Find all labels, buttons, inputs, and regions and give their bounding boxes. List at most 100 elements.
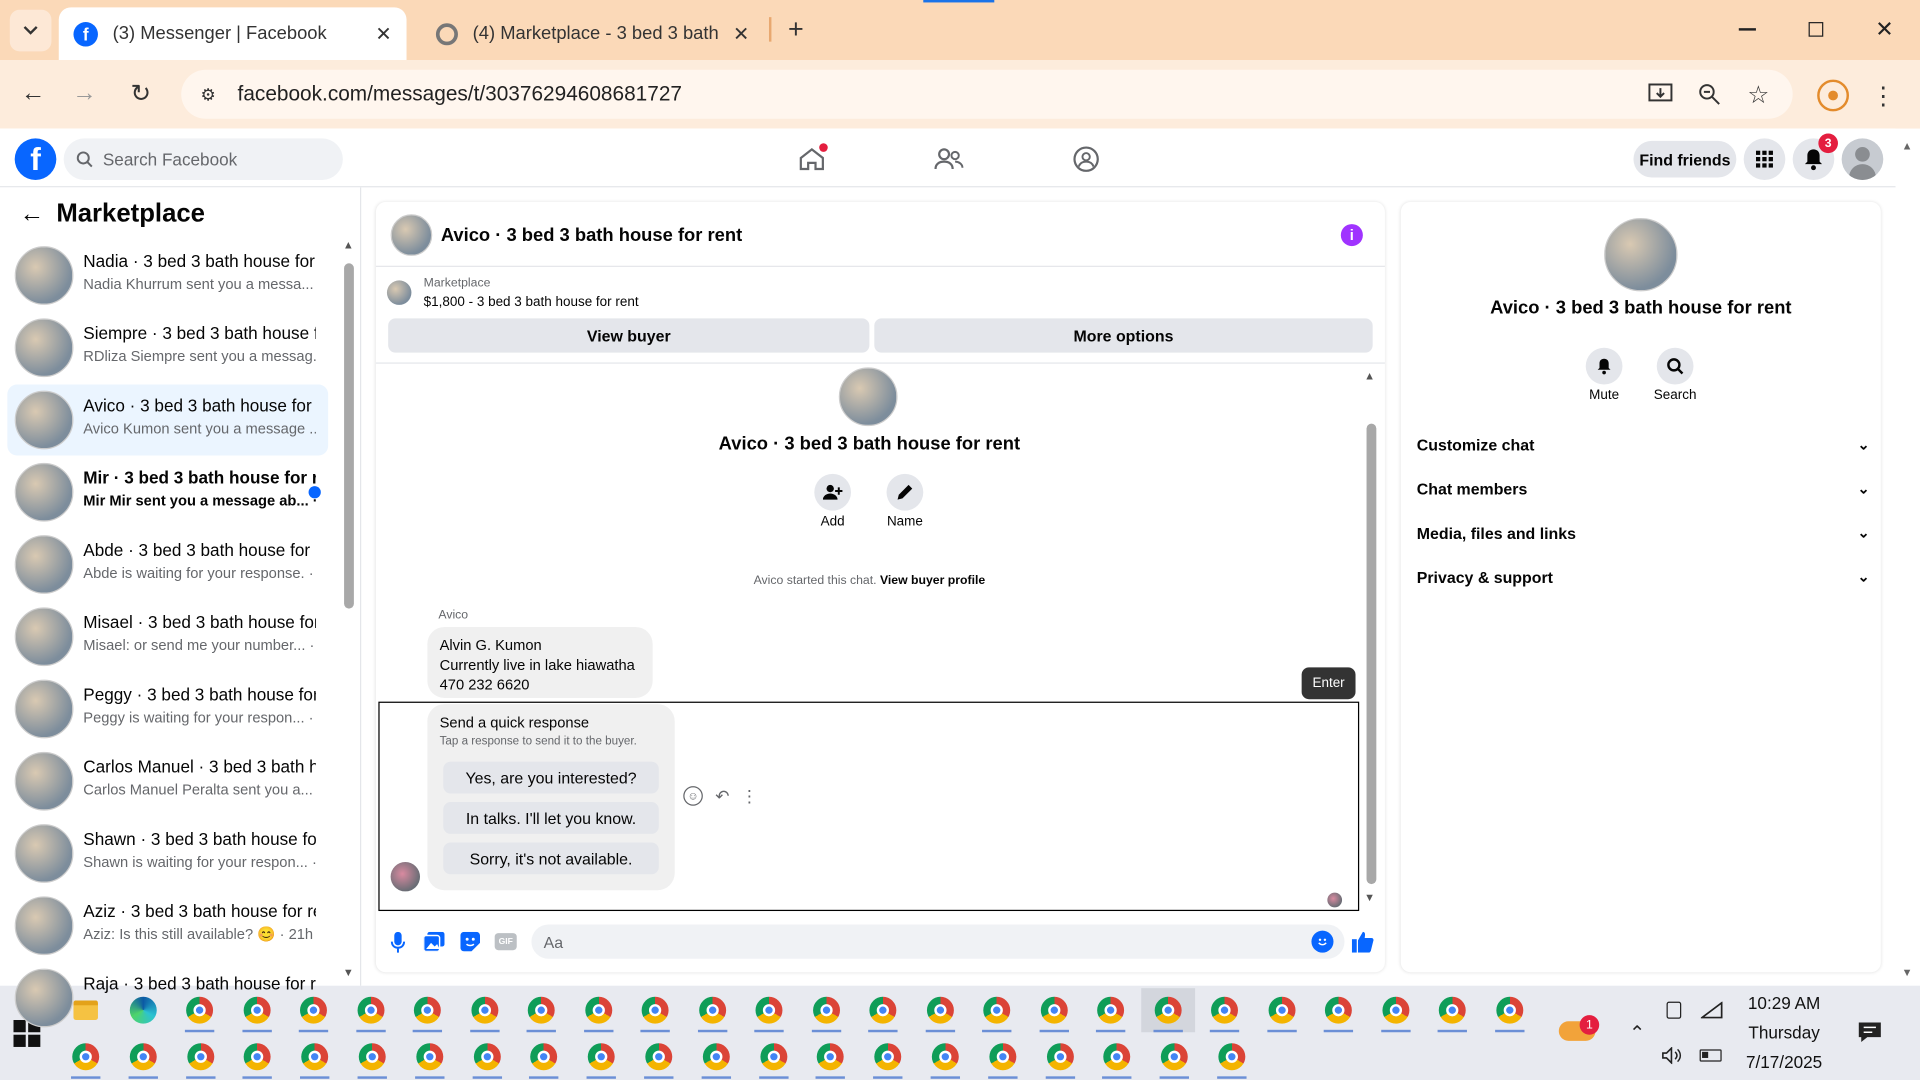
edit-name-pencil-icon[interactable] <box>886 473 924 511</box>
react-emoji-icon[interactable]: ☺ <box>683 786 703 806</box>
conversation-item[interactable]: Nadia · 3 bed 3 bath house for ... Nadia … <box>7 240 328 311</box>
back-arrow-icon[interactable]: ← <box>17 77 49 109</box>
chrome-taskbar-icon[interactable] <box>173 1035 227 1079</box>
chrome-taskbar-icon[interactable] <box>970 988 1024 1033</box>
chrome-taskbar-icon[interactable] <box>287 988 341 1033</box>
chrome-taskbar-icon[interactable] <box>517 1035 571 1079</box>
listing-detail[interactable]: $1,800 - 3 bed 3 bath house for rent <box>424 295 639 310</box>
like-thumb-icon[interactable] <box>1351 929 1375 953</box>
chrome-taskbar-icon[interactable] <box>59 1035 113 1079</box>
chrome-taskbar-icon[interactable] <box>1255 988 1309 1033</box>
chrome-taskbar-icon[interactable] <box>345 1035 399 1079</box>
chrome-taskbar-icon[interactable] <box>799 988 853 1033</box>
new-tab-plus-icon[interactable]: + <box>779 12 813 46</box>
menu-grid-icon[interactable] <box>1743 138 1786 181</box>
quick-reply-button[interactable]: Sorry, it's not available. <box>443 842 659 875</box>
media-files-links-section[interactable]: Media, files and links ⌄ <box>1417 511 1870 555</box>
privacy-support-section[interactable]: Privacy & support ⌄ <box>1417 555 1870 599</box>
conversation-item[interactable]: Carlos Manuel · 3 bed 3 bath h... Carlos … <box>7 746 328 817</box>
message-input[interactable]: Aa <box>531 924 1345 959</box>
chrome-taskbar-icon[interactable] <box>1140 988 1195 1033</box>
chat-avatar[interactable] <box>390 214 433 256</box>
sidebar-scrollbar[interactable]: ▲ ▼ <box>343 239 355 981</box>
chat-members-section[interactable]: Chat members ⌄ <box>1417 467 1870 511</box>
battery-icon[interactable] <box>1697 1044 1724 1066</box>
chrome-taskbar-icon[interactable] <box>457 988 511 1033</box>
chrome-taskbar-icon[interactable] <box>746 1035 800 1079</box>
search-icon[interactable] <box>1656 347 1694 385</box>
mute-bell-icon[interactable] <box>1585 347 1623 385</box>
chrome-taskbar-icon[interactable] <box>1084 988 1138 1033</box>
zoom-icon[interactable] <box>1695 80 1724 109</box>
bookmark-star-icon[interactable]: ☆ <box>1744 80 1773 109</box>
show-hidden-icons-chevron-icon[interactable]: ⌃ <box>1624 1020 1651 1047</box>
view-buyer-profile-link[interactable]: View buyer profile <box>880 574 985 587</box>
close-tab-icon[interactable]: ✕ <box>375 21 391 45</box>
profile-icon[interactable] <box>1817 79 1849 112</box>
customize-chat-section[interactable]: Customize chat ⌄ <box>1417 422 1870 466</box>
chrome-taskbar-icon[interactable] <box>343 988 397 1033</box>
conversation-item[interactable]: Siempre · 3 bed 3 bath house f... RDliza … <box>7 312 328 383</box>
chrome-taskbar-icon[interactable] <box>571 988 625 1033</box>
search-facebook-input[interactable]: Search Facebook <box>63 138 343 181</box>
chrome-taskbar-icon[interactable] <box>976 1035 1030 1079</box>
listing-thumbnail[interactable] <box>386 280 412 305</box>
chrome-taskbar-icon[interactable] <box>1148 1035 1202 1079</box>
chrome-taskbar-icon[interactable] <box>689 1035 743 1079</box>
page-scrollbar-track[interactable]: ▲ ▼ <box>1899 132 1917 986</box>
tab-messenger[interactable]: f (3) Messenger | Facebook ✕ <box>58 7 407 61</box>
chrome-taskbar-icon[interactable] <box>403 1035 457 1079</box>
chrome-taskbar-icon[interactable] <box>230 988 284 1033</box>
chrome-taskbar-icon[interactable] <box>856 988 910 1033</box>
reply-icon[interactable]: ↶ <box>713 786 733 806</box>
back-arrow-icon[interactable]: ← <box>20 200 44 227</box>
network-icon[interactable] <box>1698 998 1725 1022</box>
conversation-item[interactable]: Abde · 3 bed 3 bath house for r... Abde i… <box>7 529 328 600</box>
microphone-icon[interactable] <box>387 931 409 955</box>
notification-center-icon[interactable] <box>1854 1016 1886 1048</box>
address-bar[interactable]: ⚙ facebook.com/messages/t/30376294608681… <box>181 69 1793 119</box>
add-person-icon[interactable] <box>814 473 852 511</box>
chrome-taskbar-icon[interactable] <box>632 1035 686 1079</box>
chrome-taskbar-icon[interactable] <box>1425 988 1479 1033</box>
chrome-taskbar-icon[interactable] <box>460 1035 514 1079</box>
conversation-item[interactable]: Mir · 3 bed 3 bath house for r... Mir Mir… <box>7 457 328 528</box>
chrome-taskbar-icon[interactable] <box>918 1035 972 1079</box>
message-bubble[interactable]: Alvin G. Kumon Currently live in lake hi… <box>427 626 653 698</box>
browser-menu-icon[interactable]: ⋮ <box>1871 80 1895 112</box>
meet-now-icon[interactable] <box>1662 998 1686 1022</box>
gif-icon[interactable]: GIF <box>494 933 517 951</box>
forward-arrow-icon[interactable]: → <box>69 77 101 109</box>
groups-icon[interactable] <box>1068 143 1105 175</box>
chrome-taskbar-icon[interactable] <box>1482 988 1536 1033</box>
clock-day[interactable]: Thursday <box>1736 1022 1832 1042</box>
chrome-taskbar-icon[interactable] <box>913 988 967 1033</box>
chrome-taskbar-icon[interactable] <box>514 988 568 1033</box>
close-window-icon[interactable]: ✕ <box>1866 12 1903 46</box>
restore-icon[interactable] <box>1798 12 1835 46</box>
chrome-taskbar-icon[interactable] <box>1198 988 1252 1033</box>
conversation-item[interactable]: Misael · 3 bed 3 bath house for... Misael… <box>7 601 328 672</box>
install-app-icon[interactable] <box>1646 80 1675 109</box>
facebook-logo-icon[interactable]: f <box>14 138 57 181</box>
home-icon[interactable] <box>793 143 830 175</box>
chrome-taskbar-icon[interactable] <box>804 1035 858 1079</box>
chrome-taskbar-icon[interactable] <box>173 988 227 1033</box>
more-actions-icon[interactable]: ⋮ <box>741 786 758 806</box>
friends-icon[interactable] <box>931 143 968 175</box>
conversation-item[interactable]: Avico · 3 bed 3 bath house for ... Avico … <box>7 384 329 456</box>
chrome-taskbar-icon[interactable] <box>231 1035 285 1079</box>
chrome-taskbar-icon[interactable] <box>685 988 739 1033</box>
quick-reply-button[interactable]: In talks. I'll let you know. <box>443 802 659 834</box>
chat-header-title[interactable]: Avico · 3 bed 3 bath house for rent <box>441 225 742 246</box>
url-text[interactable]: facebook.com/messages/t/3037629460868172… <box>238 82 682 106</box>
sticker-icon[interactable] <box>459 931 481 953</box>
clock-date[interactable]: 7/17/2025 <box>1736 1052 1832 1072</box>
chrome-taskbar-icon[interactable] <box>861 1035 915 1079</box>
chrome-taskbar-icon[interactable] <box>575 1035 629 1079</box>
info-icon[interactable]: i <box>1340 224 1363 247</box>
find-friends-button[interactable]: Find friends <box>1633 140 1737 178</box>
minimize-icon[interactable] <box>1729 12 1766 46</box>
emoji-icon[interactable] <box>1311 930 1334 953</box>
chrome-taskbar-icon[interactable] <box>288 1035 342 1079</box>
